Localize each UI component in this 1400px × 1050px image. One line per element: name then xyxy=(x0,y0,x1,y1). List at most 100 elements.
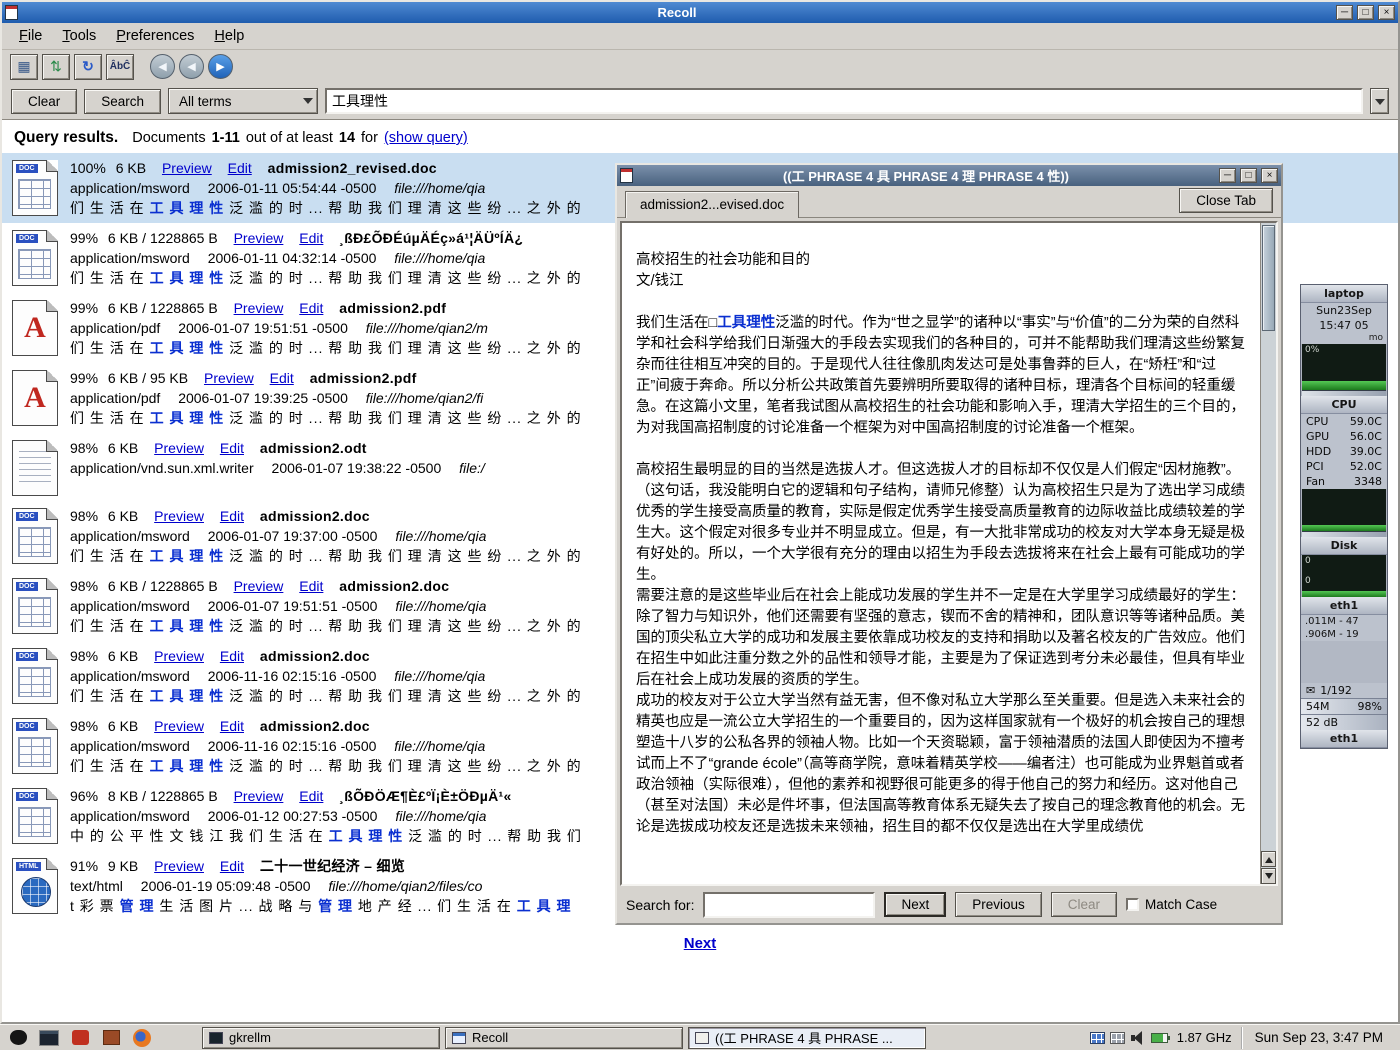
memory-percent: 98% xyxy=(1358,700,1382,713)
sort-button[interactable]: ⇅ xyxy=(42,54,70,80)
preview-link[interactable]: Preview xyxy=(234,788,284,804)
close-icon[interactable]: × xyxy=(1378,5,1395,20)
result-url: file:///home/qia xyxy=(395,528,486,544)
cpu-frequency: 1.87 GHz xyxy=(1173,1030,1236,1045)
edit-link[interactable]: Edit xyxy=(270,370,294,386)
arrow-left-icon: ◀ xyxy=(158,60,166,73)
battery-icon[interactable] xyxy=(1151,1033,1168,1043)
edit-link[interactable]: Edit xyxy=(299,230,323,246)
result-url: file:///home/qian2/files/co xyxy=(328,878,482,894)
find-next-button[interactable]: Next xyxy=(884,892,946,917)
doc-file-icon xyxy=(12,788,58,844)
nav-next-page-button[interactable]: ▶ xyxy=(208,54,233,79)
file-icon-art xyxy=(18,667,51,697)
results-header-text: Documents xyxy=(132,130,205,146)
maximize-icon[interactable]: □ xyxy=(1357,5,1374,20)
taskbar-clock[interactable]: Sun Sep 23, 3:47 PM xyxy=(1241,1027,1395,1049)
edit-link[interactable]: Edit xyxy=(299,578,323,594)
show-query-link[interactable]: (show query) xyxy=(384,130,468,146)
clear-button[interactable]: Clear xyxy=(11,89,77,114)
scroll-down-button[interactable] xyxy=(1261,868,1276,884)
find-input[interactable] xyxy=(703,892,875,918)
app-launcher[interactable] xyxy=(67,1027,93,1049)
minimize-icon[interactable]: ─ xyxy=(1219,168,1236,183)
doc-file-icon xyxy=(12,578,58,634)
edit-link[interactable]: Edit xyxy=(299,300,323,316)
scrollbar-thumb[interactable] xyxy=(1262,225,1275,331)
term-explorer-button[interactable]: ÂbĈ xyxy=(106,54,134,80)
preview-link[interactable]: Preview xyxy=(204,370,254,386)
result-snippet: 们 生 活 在 工 具 理 性 泛 滥 的 时 ... 帮 助 我 们 理 清 … xyxy=(70,408,582,428)
find-previous-button[interactable]: Previous xyxy=(955,892,1042,917)
preview-link[interactable]: Preview xyxy=(154,440,204,456)
preview-link[interactable]: Preview xyxy=(234,300,284,316)
search-button[interactable]: Search xyxy=(84,89,161,114)
edit-link[interactable]: Edit xyxy=(220,648,244,664)
taskbar-window-gkrellm[interactable]: gkrellm xyxy=(202,1027,440,1049)
taskbar-window-preview[interactable]: ((工 PHRASE 4 具 PHRASE ... xyxy=(688,1027,926,1049)
preview-link[interactable]: Preview xyxy=(154,648,204,664)
volume-icon[interactable] xyxy=(1130,1031,1146,1045)
minimize-icon[interactable]: ─ xyxy=(1336,5,1353,20)
edit-link[interactable]: Edit xyxy=(220,858,244,874)
result-date: 2006-11-16 02:15:16 -0500 xyxy=(208,668,377,684)
preview-link[interactable]: Preview xyxy=(154,858,204,874)
clear-search-button[interactable]: ▦ xyxy=(10,54,38,80)
nav-first-page-button[interactable]: ◀ xyxy=(150,54,175,79)
preview-link[interactable]: Preview xyxy=(234,578,284,594)
sensor-name: HDD xyxy=(1306,445,1331,458)
terminal-launcher[interactable] xyxy=(36,1027,62,1049)
result-date: 2006-01-07 19:37:00 -0500 xyxy=(208,528,378,544)
preview-link[interactable]: Preview xyxy=(234,230,284,246)
preview-link[interactable]: Preview xyxy=(162,160,212,176)
menu-bar: File Tools Preferences Help xyxy=(2,23,1398,50)
preview-scrollbar[interactable] xyxy=(1260,223,1276,884)
query-history-dropdown[interactable] xyxy=(1370,88,1389,114)
taskbar-window-recoll[interactable]: Recoll xyxy=(445,1027,683,1049)
menu-file[interactable]: File xyxy=(10,25,51,47)
menu-preferences[interactable]: Preferences xyxy=(107,25,203,47)
close-icon[interactable]: × xyxy=(1261,168,1278,183)
nav-prev-page-button[interactable]: ◀ xyxy=(179,54,204,79)
edit-link[interactable]: Edit xyxy=(228,160,252,176)
paw-launcher[interactable] xyxy=(5,1027,31,1049)
doc-file-icon xyxy=(12,230,58,286)
search-mode-select[interactable]: All terms xyxy=(168,88,318,114)
firefox-launcher[interactable] xyxy=(129,1027,155,1049)
temp-row: CPU 59.0C xyxy=(1301,414,1387,429)
result-size: 6 KB xyxy=(108,440,138,456)
window-titlebar[interactable]: Recoll ─ □ × xyxy=(2,2,1398,23)
menu-help[interactable]: Help xyxy=(205,25,253,47)
scroll-up-button[interactable] xyxy=(1261,851,1276,867)
odt-file-icon xyxy=(12,440,58,496)
arrow-left-icon: ◀ xyxy=(187,60,195,73)
update-index-button[interactable]: ↻ xyxy=(74,54,102,80)
find-clear-button[interactable]: Clear xyxy=(1051,892,1117,917)
gkrellm-icon xyxy=(209,1032,223,1044)
preview-link[interactable]: Preview xyxy=(154,718,204,734)
next-page-link[interactable]: Next xyxy=(684,935,717,952)
doc-file-icon xyxy=(12,508,58,564)
file-icon-art xyxy=(13,301,57,355)
preview-tab[interactable]: admission2...evised.doc xyxy=(625,191,799,218)
result-score: 99% xyxy=(70,370,98,386)
edit-link[interactable]: Edit xyxy=(220,718,244,734)
preview-link[interactable]: Preview xyxy=(154,508,204,524)
package-launcher[interactable] xyxy=(98,1027,124,1049)
workspace-grid-icon[interactable] xyxy=(1110,1032,1125,1044)
file-icon-art xyxy=(19,451,51,487)
edit-link[interactable]: Edit xyxy=(220,440,244,456)
edit-link[interactable]: Edit xyxy=(220,508,244,524)
edit-link[interactable]: Edit xyxy=(299,788,323,804)
maximize-icon[interactable]: □ xyxy=(1240,168,1257,183)
result-date: 2006-01-07 19:51:51 -0500 xyxy=(178,320,348,336)
preview-document-text[interactable]: 高校招生的社会功能和目的 文/钱江 我们生活在□工具理性泛滥的时代。作为“世之显… xyxy=(622,223,1260,884)
sensor-value: 59.0C xyxy=(1350,415,1382,428)
menu-tools[interactable]: Tools xyxy=(53,25,105,47)
query-input[interactable] xyxy=(325,88,1363,114)
close-tab-button[interactable]: Close Tab xyxy=(1179,188,1273,213)
preview-titlebar[interactable]: ((工 PHRASE 4 具 PHRASE 4 理 PHRASE 4 性)) ─… xyxy=(617,165,1281,186)
match-case-checkbox[interactable] xyxy=(1126,898,1139,911)
volume-row: 52 dB xyxy=(1301,714,1387,730)
keyboard-layout-icon[interactable] xyxy=(1090,1032,1105,1044)
